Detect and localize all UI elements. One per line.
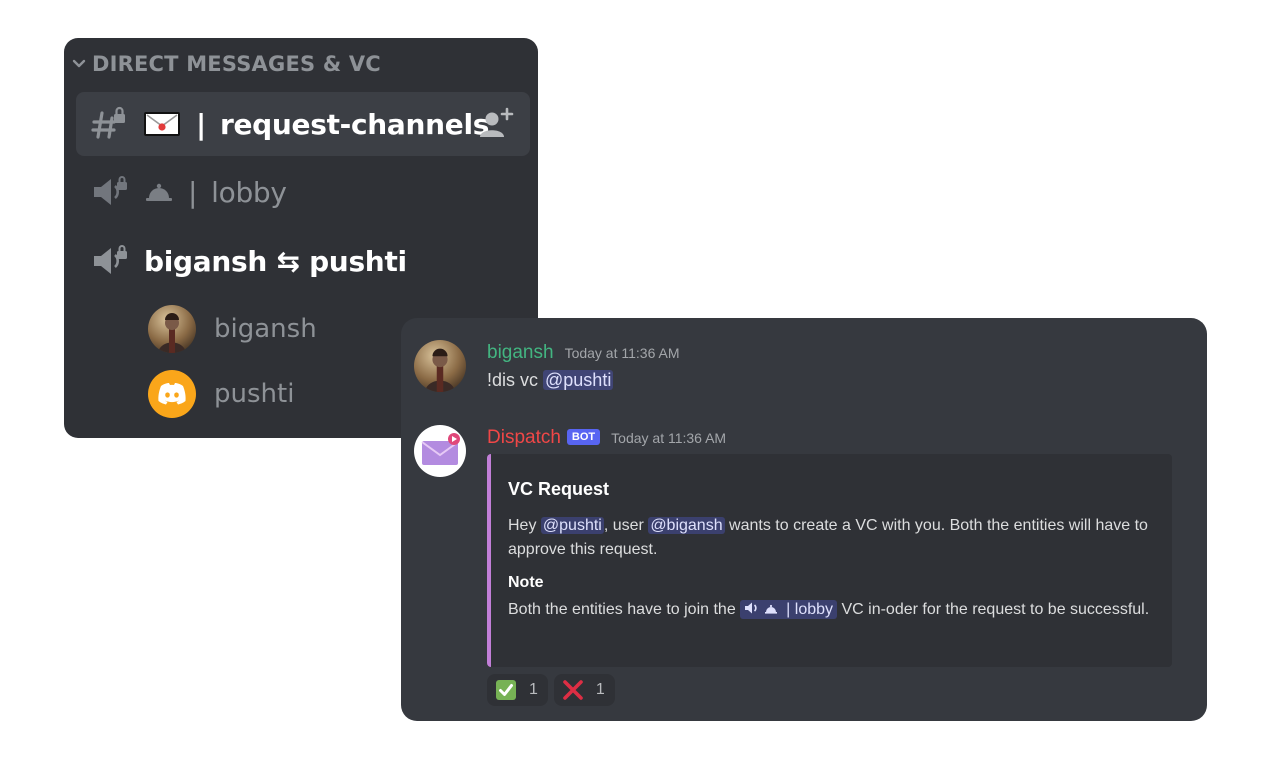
- embed-description: Hey @pushti, user @bigansh wants to crea…: [508, 514, 1158, 562]
- embed-text: , user: [603, 517, 649, 534]
- reactions-bar: 1 1: [487, 674, 621, 706]
- category-title: DIRECT MESSAGES & VC: [92, 52, 381, 76]
- channel-name: bigansh ⇆ pushti: [144, 244, 407, 278]
- user-mention[interactable]: @bigansh: [648, 517, 725, 534]
- bot-tag: BOT: [566, 429, 601, 445]
- reaction-count: 1: [595, 681, 605, 698]
- bot-avatar[interactable]: [414, 425, 466, 477]
- speaker-lock-icon: [90, 172, 130, 212]
- speaker-icon: [745, 602, 757, 614]
- channel-name: lobby: [794, 601, 834, 618]
- embed-text: Hey: [508, 517, 541, 534]
- message-text: !dis vc: [487, 370, 544, 390]
- embed-text: Both the entities have to join the: [508, 601, 741, 618]
- embed-title: VC Request: [508, 479, 610, 499]
- category-header[interactable]: DIRECT MESSAGES & VC: [70, 50, 381, 78]
- hashtag-lock-icon: [90, 104, 130, 144]
- voice-user-name: bigansh: [214, 314, 317, 344]
- channel-voice-bigansh-pushti[interactable]: bigansh ⇆ pushti: [76, 229, 530, 293]
- bellhop-bell-emoji: [765, 604, 778, 614]
- timestamp: Today at 11:36 AM: [564, 345, 680, 361]
- timestamp: Today at 11:36 AM: [611, 430, 727, 446]
- message-header: Dispatch BOT Today at 11:36 AM: [487, 427, 726, 449]
- chat-panel: bigansh Today at 11:36 AM !dis vc @pusht…: [401, 318, 1207, 721]
- voice-user-pushti[interactable]: pushti: [148, 368, 294, 420]
- voice-user-name: pushti: [214, 379, 295, 409]
- message-content: !dis vc @pushti: [487, 370, 614, 391]
- reaction-check[interactable]: 1: [487, 674, 548, 706]
- photo-avatar: [148, 305, 196, 353]
- chevron-down-icon: [72, 59, 86, 68]
- channel-lobby[interactable]: | lobby: [76, 160, 530, 224]
- check-mark-icon: [495, 679, 517, 701]
- speaker-lock-icon: [90, 241, 130, 281]
- add-member-icon[interactable]: [478, 106, 514, 140]
- channel-mention[interactable]: | lobby: [740, 600, 838, 619]
- channel-separator: |: [196, 107, 206, 141]
- reaction-cross[interactable]: 1: [553, 674, 615, 706]
- avatar[interactable]: [414, 340, 466, 392]
- reaction-count: 1: [529, 681, 538, 698]
- bellhop-bell-emoji: [146, 183, 172, 201]
- embed-text: VC in-oder for the request to be success…: [837, 601, 1150, 618]
- channel-separator: |: [786, 601, 791, 618]
- embed-field-value: Both the entities have to join the | lob…: [508, 598, 1158, 622]
- channel-name: lobby: [211, 175, 287, 209]
- author-name[interactable]: Dispatch: [487, 427, 561, 449]
- voice-user-bigansh[interactable]: bigansh: [148, 303, 317, 355]
- embed-field-title: Note: [508, 574, 544, 591]
- channel-name: request-channels: [219, 107, 490, 141]
- embed-card: VC Request Hey @pushti, user @bigansh wa…: [487, 454, 1172, 667]
- envelope-logo-icon: [421, 433, 460, 465]
- discord-logo-avatar: [148, 370, 196, 418]
- channel-separator: |: [188, 175, 198, 209]
- user-mention[interactable]: @pushti: [540, 517, 604, 534]
- message-header: bigansh Today at 11:36 AM: [487, 342, 680, 364]
- author-name[interactable]: bigansh: [487, 342, 554, 364]
- user-mention[interactable]: @pushti: [543, 370, 614, 390]
- envelope-emoji: [144, 112, 180, 136]
- cross-mark-icon: [562, 679, 584, 701]
- channel-request-channels[interactable]: | request-channels: [76, 92, 530, 156]
